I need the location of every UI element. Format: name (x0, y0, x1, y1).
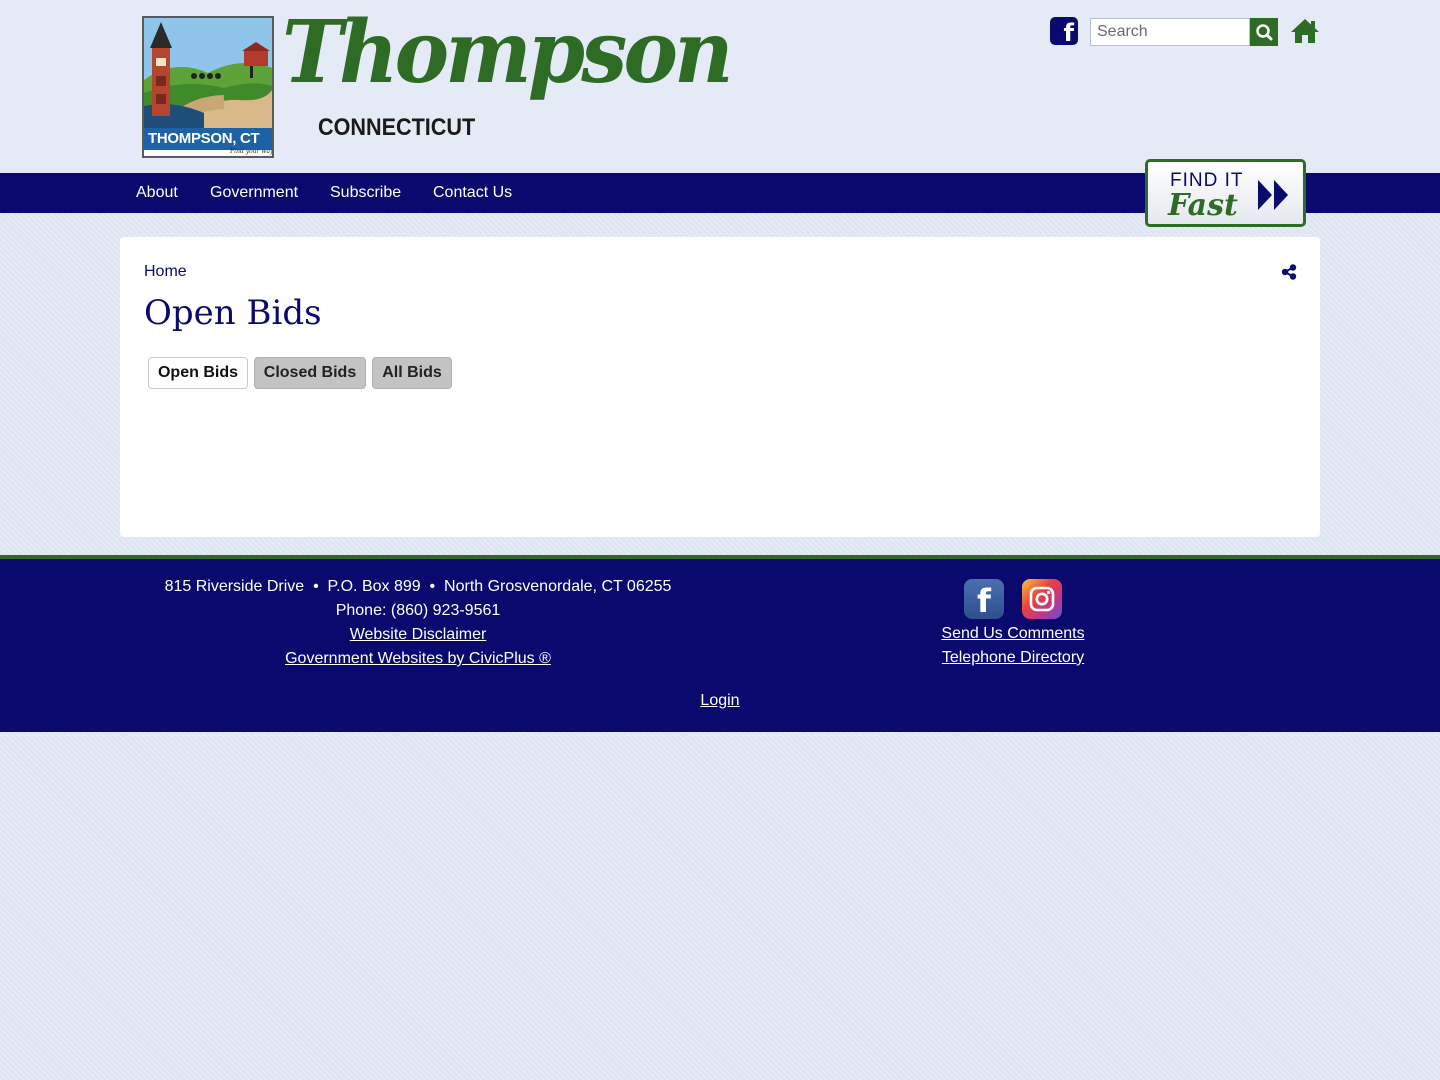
find-it-fast-button[interactable]: FIND IT Fast (1145, 159, 1306, 227)
send-us-comments-link[interactable]: Send Us Comments (941, 625, 1084, 642)
footer-address: 815 Riverside Drive • P.O. Box 899 • Nor… (164, 578, 672, 595)
breadcrumb-home-link[interactable]: Home (144, 263, 187, 281)
site-footer: 815 Riverside Drive • P.O. Box 899 • Nor… (0, 555, 1440, 732)
svg-text:f: f (977, 582, 992, 619)
civicplus-link[interactable]: Government Websites by CivicPlus ® (285, 650, 551, 667)
nav-item-government[interactable]: Government (210, 173, 298, 213)
login-link[interactable]: Login (700, 692, 739, 709)
page-title: Open Bids (144, 293, 322, 333)
footer-facebook-button[interactable]: f (964, 579, 1004, 619)
tab-closed-bids[interactable]: Closed Bids (254, 357, 366, 389)
footer-phone: Phone: (860) 923-9561 (335, 602, 501, 619)
content-card: Home Open Bids Open Bids Closed Bids All… (120, 237, 1320, 537)
logo-badge-text: THOMPSON, CT (148, 130, 260, 147)
share-icon[interactable] (1281, 264, 1297, 280)
search-input[interactable] (1090, 18, 1250, 46)
tab-all-bids[interactable]: All Bids (372, 357, 452, 389)
town-wordmark-state: CONNECTICUT (318, 114, 476, 141)
nav-item-about[interactable]: About (136, 173, 178, 213)
website-disclaimer-link[interactable]: Website Disclaimer (350, 626, 487, 643)
logo-badge-tagline: Find your way (230, 148, 274, 155)
search-icon (1256, 24, 1273, 41)
find-it-fast-line2: Fast (1168, 188, 1238, 223)
search-button[interactable] (1250, 18, 1278, 46)
home-icon[interactable] (1290, 17, 1320, 45)
telephone-directory-link[interactable]: Telephone Directory (942, 649, 1084, 666)
nav-item-contact-us[interactable]: Contact Us (433, 173, 512, 213)
town-wordmark[interactable]: Thompson (282, 2, 734, 103)
town-logo-badge[interactable]: THOMPSON, CT Find your way (142, 16, 274, 158)
facebook-icon: f (977, 582, 992, 619)
instagram-icon (1029, 586, 1055, 612)
footer-instagram-button[interactable] (1022, 579, 1062, 619)
nav-item-subscribe[interactable]: Subscribe (330, 173, 401, 213)
facebook-icon[interactable]: f (1050, 17, 1078, 45)
tab-open-bids[interactable]: Open Bids (148, 357, 248, 389)
site-header: THOMPSON, CT Find your way Thompson CONN… (0, 0, 1440, 173)
double-chevron-right-icon (1258, 180, 1288, 210)
